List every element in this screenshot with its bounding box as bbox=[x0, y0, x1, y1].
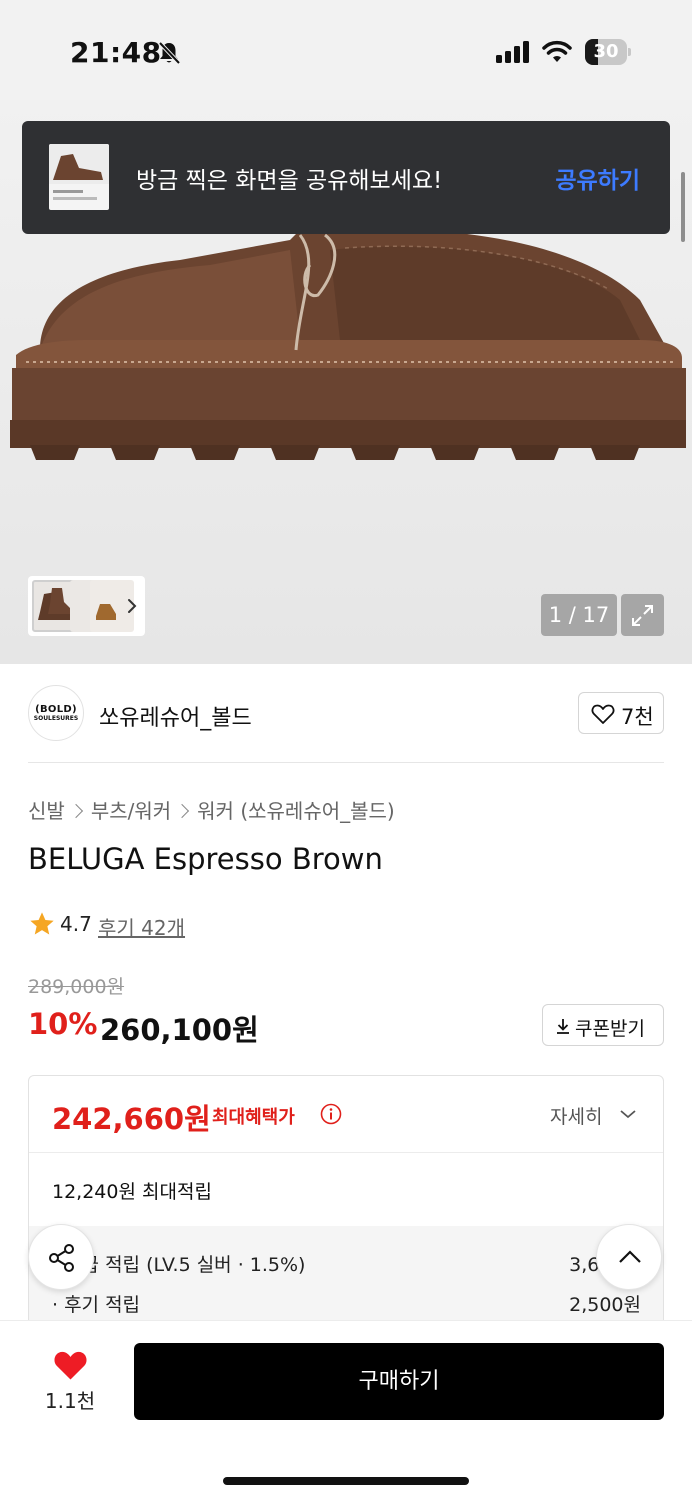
battery-icon: 30 bbox=[585, 39, 631, 65]
breadcrumb: 신발 부츠/워커 워커 (쏘유레슈어_볼드) bbox=[28, 795, 395, 824]
thumbnail-strip[interactable] bbox=[28, 576, 145, 636]
point-amount: 2,500원 bbox=[569, 1294, 641, 1316]
toast-message: 방금 찍은 화면을 공유해보세요! bbox=[136, 168, 443, 194]
review-count-link[interactable]: 후기 42개 bbox=[98, 912, 185, 941]
breadcrumb-item[interactable]: 워커 (쏘유레슈어_볼드) bbox=[197, 799, 395, 823]
chevron-right-icon[interactable] bbox=[122, 592, 142, 620]
toast-share-button[interactable]: 공유하기 bbox=[555, 161, 640, 195]
point-label: · 후기 적립 bbox=[52, 1294, 141, 1316]
brand-logo[interactable]: (BOLD) SOULESURES bbox=[28, 685, 84, 741]
product-title: BELUGA Espresso Brown bbox=[28, 842, 383, 876]
original-price: 289,000원 bbox=[28, 976, 125, 998]
brand-like-button[interactable]: 7천 bbox=[578, 692, 664, 734]
chevron-up-icon bbox=[619, 1250, 641, 1263]
best-price-label: 최대혜택가 bbox=[212, 1107, 295, 1128]
image-page-counter: 1 / 17 bbox=[541, 594, 617, 636]
signal-icon bbox=[496, 41, 529, 63]
status-time: 21:48 bbox=[70, 36, 162, 69]
share-button[interactable] bbox=[28, 1224, 94, 1290]
heart-outline-icon bbox=[591, 704, 615, 724]
screenshot-thumbnail[interactable] bbox=[49, 144, 109, 210]
wishlist-count: 1.1천 bbox=[44, 1389, 96, 1413]
divider bbox=[28, 762, 664, 763]
sale-price: 260,100원 bbox=[100, 1013, 259, 1047]
benefit-card: 242,660원 최대혜택가 자세히 12,240원 최대적립 · 등급 적립 … bbox=[28, 1075, 664, 1335]
wifi-icon bbox=[542, 40, 572, 62]
star-icon bbox=[30, 912, 54, 935]
battery-level: 30 bbox=[593, 41, 619, 62]
home-indicator bbox=[223, 1477, 469, 1485]
detail-toggle[interactable]: 자세히 bbox=[550, 1102, 602, 1129]
buy-button[interactable]: 구매하기 bbox=[134, 1343, 664, 1420]
scroll-indicator[interactable] bbox=[681, 172, 685, 242]
bottom-action-bar: 1.1천 구매하기 bbox=[0, 1320, 692, 1500]
share-toast[interactable]: 방금 찍은 화면을 공유해보세요! 공유하기 bbox=[22, 121, 670, 234]
chevron-down-icon[interactable] bbox=[619, 1108, 637, 1120]
max-points: 12,240원 최대적립 bbox=[52, 1181, 212, 1203]
heart-filled-icon[interactable] bbox=[53, 1349, 88, 1381]
brand-name[interactable]: 쏘유레슈어_볼드 bbox=[99, 700, 252, 732]
breadcrumb-item[interactable]: 부츠/워커 bbox=[91, 799, 171, 823]
breadcrumb-item[interactable]: 신발 bbox=[28, 799, 65, 823]
brand-like-count: 7천 bbox=[621, 705, 654, 729]
expand-icon bbox=[632, 605, 653, 626]
info-icon[interactable] bbox=[320, 1103, 342, 1125]
status-bar: 21:48 30 bbox=[0, 0, 692, 100]
scroll-to-top-button[interactable] bbox=[596, 1224, 662, 1290]
bell-slash-icon bbox=[158, 41, 181, 65]
rating-value: 4.7 bbox=[60, 912, 92, 936]
coupon-label: 쿠폰받기 bbox=[575, 1018, 645, 1040]
coupon-download-button[interactable]: 쿠폰받기 bbox=[542, 1004, 664, 1046]
divider bbox=[29, 1152, 663, 1153]
points-breakdown: · 등급 적립 (LV.5 실버 · 1.5%) 3,630원 · 후기 적립 … bbox=[29, 1226, 663, 1334]
best-price: 242,660원 bbox=[52, 1102, 211, 1136]
download-icon bbox=[557, 1019, 569, 1034]
share-icon bbox=[49, 1244, 74, 1272]
discount-rate: 10% bbox=[28, 1007, 98, 1041]
expand-image-button[interactable] bbox=[621, 594, 664, 636]
